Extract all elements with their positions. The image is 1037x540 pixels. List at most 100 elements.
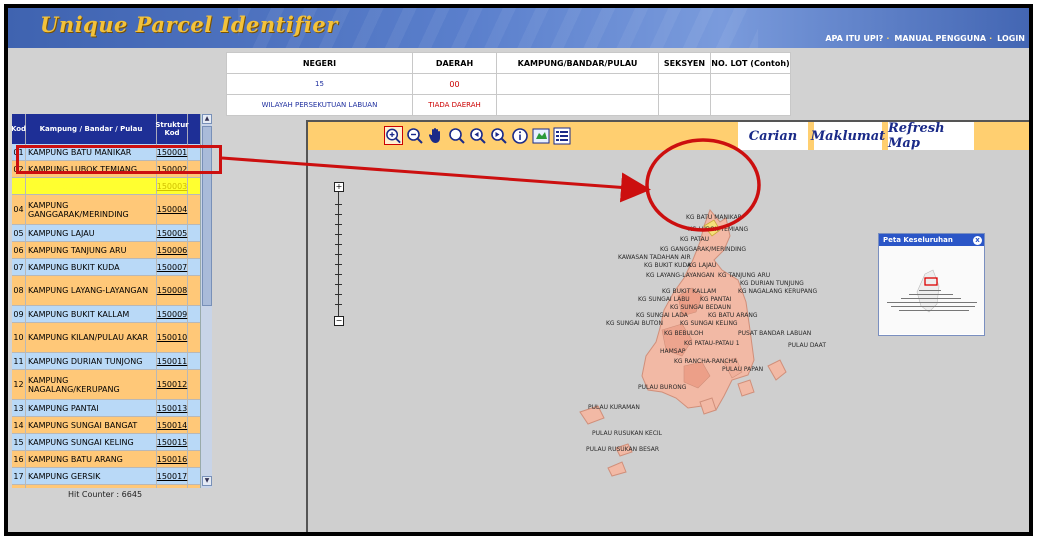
scroll-down-icon[interactable]: ▼ [202,476,212,486]
list-item[interactable]: 18KAMPUNG PATAU-PATAU 1150018 [12,485,204,488]
list-item-name[interactable]: KAMPUNG DURIAN TUNJONG [26,353,157,369]
map-label: KG BEBULOH [664,330,704,337]
list-item-code-link[interactable]: 150007 [157,259,188,275]
list-item[interactable]: 17 KAMPUNG GERSIK 150017 [12,468,204,485]
list-item[interactable]: 12 KAMPUNG NAGALANG/KERUPANG 150012 [12,370,204,400]
map-label: KG SUNGAI KELING [680,320,738,327]
map-label: PUSAT BANDAR LABUAN [738,330,812,337]
list-item[interactable]: 04 KAMPUNG GANGGARAK/MERINDING 150004 [12,195,204,225]
list-item-code-link[interactable]: 150014 [157,417,188,433]
list-item-name[interactable]: KAMPUNG KILAN/PULAU AKAR [26,323,157,352]
header-kod: Kod [12,114,26,144]
list-item[interactable]: 09 KAMPUNG BUKIT KALLAM 150009 [12,306,204,323]
list-item[interactable]: 16 KAMPUNG BATU ARANG 150016 [12,451,204,468]
list-item-code-link[interactable]: 150011 [157,353,188,369]
top-links: APA ITU UPI? · MANUAL PENGGUNA · LOGIN [825,34,1025,43]
list-item-code-link[interactable]: 150017 [157,468,188,484]
list-item-kod: 13 [12,400,26,416]
legend-list-icon[interactable] [552,126,571,145]
zoom-previous-icon[interactable] [468,126,487,145]
map-label: KG PATAU [680,236,710,243]
map-label: KG PANTAI [700,296,732,303]
list-item[interactable]: 07 KAMPUNG BUKIT KUDA 150007 [12,259,204,276]
list-item[interactable]: 11 KAMPUNG DURIAN TUNJONG 150011 [12,353,204,370]
list-item-code-link[interactable]: 150009 [157,306,188,322]
map-canvas[interactable]: + − KG BATU MANIKARKG LUBOK TEMIANGKG [308,150,1029,532]
map-label: PULAU BURONG [638,384,687,391]
kampung-rows: 01 KAMPUNG BATU MANIKAR 150001 02 KAMPUNG LU… [12,144,204,488]
list-item-code-link[interactable]: 150006 [157,242,188,258]
list-item-name[interactable]: KAMPUNG GANGGARAK/MERINDING [26,195,157,224]
map-label: KAWASAN TADAHAN AIR [618,254,691,261]
list-item-kod: 14 [12,417,26,433]
list-item-code-link[interactable]: 150008 [157,276,188,305]
list-item-name[interactable]: KAMPUNG SUNGAI BANGAT [26,417,157,433]
list-item[interactable]: 06 KAMPUNG TANJUNG ARU 150006 [12,242,204,259]
list-item-name[interactable]: KAMPUNG BATU ARANG [26,451,157,467]
info-icon[interactable] [510,126,529,145]
list-item-name[interactable]: KAMPUNG PANTAI [26,400,157,416]
scroll-up-icon[interactable]: ▲ [202,114,212,124]
list-item-code-link[interactable]: 150010 [157,323,188,352]
zoom-extent-icon[interactable] [447,126,466,145]
tab-refresh-map[interactable]: Refresh Map [888,121,974,151]
list-item-code-link[interactable]: 150005 [157,225,188,241]
zoom-in-icon[interactable] [384,126,403,145]
map-label: PULAU RUSUKAN BESAR [586,446,660,453]
list-item[interactable]: 05 KAMPUNG LAJAU 150005 [12,225,204,242]
link-manual[interactable]: MANUAL PENGGUNA [894,34,986,43]
zoom-next-icon[interactable] [489,126,508,145]
map-label: KG BATU ARANG [708,312,758,319]
list-item[interactable]: 03 KAMPUNG PATAU 150003 [12,178,204,195]
list-item-code-link[interactable]: 150003 [157,178,188,194]
col-nolot: NO. LOT (Contoh) [710,52,791,74]
col-seksyen: SEKSYEN [658,52,711,74]
list-item-code-link[interactable]: 150018 [157,485,188,488]
list-item-name[interactable]: KAMPUNG GERSIK [26,468,157,484]
col-kampung: KAMPUNG/BANDAR/PULAU [496,52,659,74]
list-item-name[interactable]: KAMPUNG LAYANG-LAYANGAN [26,276,157,305]
overview-close-icon[interactable]: x [973,235,982,245]
tab-maklumat[interactable]: Maklumat [811,122,885,150]
list-item-name[interactable]: KAMPUNG PATAU-PATAU 1 [26,485,157,488]
seksyen-code [658,73,711,95]
list-item-name[interactable]: KAMPUNG BUKIT KALLAM [26,306,157,322]
layers-map-icon[interactable] [531,126,550,145]
zoom-slider[interactable]: + − [334,182,344,330]
list-item-code-link[interactable]: 150015 [157,434,188,450]
overview-map[interactable] [879,246,984,334]
list-item[interactable]: 10 KAMPUNG KILAN/PULAU AKAR 150010 [12,323,204,353]
list-item-name[interactable]: KAMPUNG NAGALANG/KERUPANG [26,370,157,399]
app-logo[interactable]: Unique Parcel Identifier [40,12,338,37]
daerah-name: TIADA DAERAH [412,94,497,116]
map-label: KG BUKIT KALLAM [662,288,717,295]
list-item[interactable]: 14 KAMPUNG SUNGAI BANGAT 150014 [12,417,204,434]
tab-carian[interactable]: Carian [738,122,808,150]
zoom-slider-minus-icon[interactable]: − [334,316,344,326]
list-item-code-link[interactable]: 150016 [157,451,188,467]
list-item-code-link[interactable]: 150013 [157,400,188,416]
list-item[interactable]: 08 KAMPUNG LAYANG-LAYANGAN 150008 [12,276,204,306]
map-label: KG SUNGAI LADA [636,312,688,319]
list-item-name[interactable]: KAMPUNG LAJAU [26,225,157,241]
map-label: KG LAJAU [688,262,717,269]
list-item-code-link[interactable]: 150004 [157,195,188,224]
negeri-code: 15 [226,73,413,95]
pan-hand-icon[interactable] [426,126,445,145]
zoom-out-icon[interactable] [405,126,424,145]
list-item-name[interactable]: KAMPUNG PATAU [26,178,157,194]
list-item[interactable]: 13 KAMPUNG PANTAI 150013 [12,400,204,417]
list-item-name[interactable]: KAMPUNG BUKIT KUDA [26,259,157,275]
col-daerah: DAERAH [412,52,497,74]
map-label: KG NAGALANG KERUPANG [738,288,818,295]
list-item[interactable]: 15 KAMPUNG SUNGAI KELING 150015 [12,434,204,451]
list-item-kod: 08 [12,276,26,305]
map-label: KG LUBOK TEMIANG [688,226,749,233]
list-item-name[interactable]: KAMPUNG TANJUNG ARU [26,242,157,258]
map-label: KG TANJUNG ARU [718,272,771,279]
zoom-slider-plus-icon[interactable]: + [334,182,344,192]
link-login[interactable]: LOGIN [997,34,1025,43]
list-item-name[interactable]: KAMPUNG SUNGAI KELING [26,434,157,450]
link-about[interactable]: APA ITU UPI? [825,34,883,43]
list-item-code-link[interactable]: 150012 [157,370,188,399]
